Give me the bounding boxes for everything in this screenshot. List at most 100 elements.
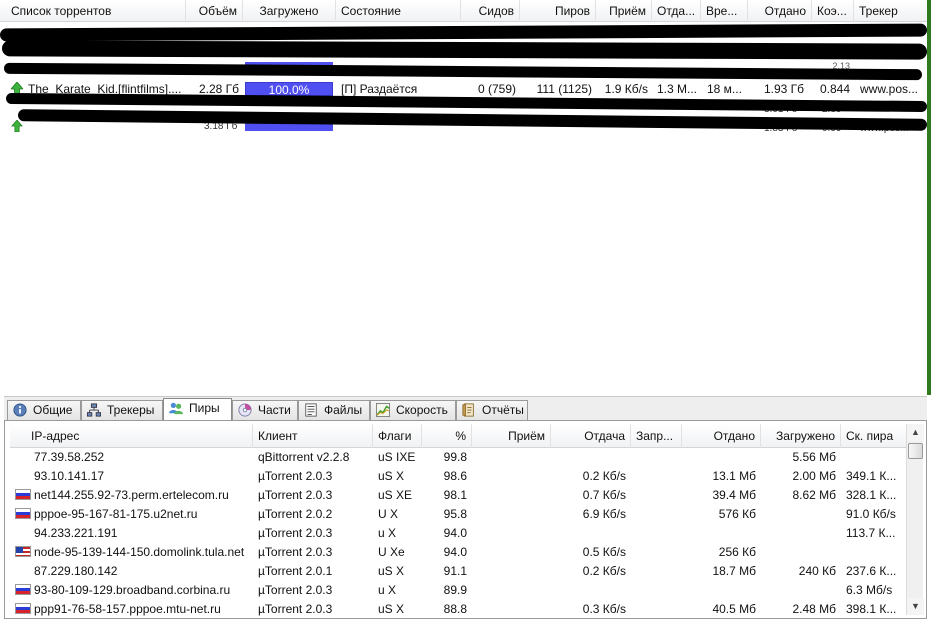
col-done[interactable]: Загружено	[243, 0, 336, 22]
no-flag-icon	[15, 565, 31, 576]
col-flags[interactable]: Флаги	[373, 424, 422, 448]
peer-up: 0.3 Кб/s	[582, 602, 626, 616]
ru-flag-icon	[15, 508, 31, 519]
peer-row[interactable]: pppoe-95-167-81-175.u2net.ru µTorrent 2.0…	[10, 505, 906, 524]
peer-req	[631, 600, 682, 619]
peer-up: 6.9 Кб/s	[582, 507, 626, 521]
peer-ip: 77.39.58.252	[10, 448, 253, 467]
col-client[interactable]: Клиент	[253, 424, 373, 448]
tab-peers[interactable]: Пиры	[163, 398, 232, 422]
torrent-list-header: Список торрентов Объём Загружено Состоян…	[0, 0, 927, 22]
col-peers[interactable]: Пиров	[520, 0, 596, 22]
peer-pct: 98.1	[443, 488, 467, 502]
peer-row[interactable]: 77.39.58.252 qBittorrent v2.2.8 uS IXE 99.8…	[10, 448, 906, 467]
users-icon	[169, 402, 183, 415]
no-flag-icon	[15, 527, 31, 538]
scroll-down-button[interactable]: ▼	[907, 598, 924, 615]
peer-recv: 2.48 Мб	[792, 602, 836, 616]
peer-up: 0.2 Кб/s	[582, 564, 626, 578]
peer-client: µTorrent 2.0.3	[258, 526, 333, 540]
peer-ip-text: pppoe-95-167-81-175.u2net.ru	[34, 507, 198, 521]
peer-down	[472, 505, 551, 524]
peer-down	[472, 524, 551, 543]
col-eta[interactable]: Вре...	[701, 0, 748, 22]
peer-peer-speed: 91.0 Кб/s	[846, 507, 896, 521]
peer-ip: node-95-139-144-150.domolink.tula.net	[10, 543, 253, 562]
scroll-up-button[interactable]: ▲	[907, 424, 924, 441]
col-peer-speed[interactable]: Ск. пира	[841, 424, 906, 448]
peer-peer-speed	[841, 448, 906, 467]
progress-bar: 100.0%	[245, 82, 333, 97]
peer-client: µTorrent 2.0.3	[258, 545, 333, 559]
peer-recv	[761, 543, 841, 562]
col-seeds[interactable]: Сидов	[461, 0, 520, 22]
col-sent[interactable]: Отдано	[682, 424, 761, 448]
torrent-eta: 18 м...	[707, 82, 742, 96]
peer-row[interactable]: 94.233.221.191 µTorrent 2.0.3 u X 94.0 113.7…	[10, 524, 906, 543]
col-download[interactable]: Приём	[472, 424, 551, 448]
peer-row[interactable]: ppp91-76-58-157.pppoe.mtu-net.ru µTorrent…	[10, 600, 906, 619]
peer-sent: 13.1 Мб	[712, 469, 756, 483]
col-tracker[interactable]: Трекер	[854, 0, 927, 22]
peer-row[interactable]: 87.229.180.142 µTorrent 2.0.1 uS X 91.1 0.2 …	[10, 562, 906, 581]
tab-label: Скорость	[396, 403, 448, 417]
peer-ip: 93-80-109-129.broadband.corbina.ru	[10, 581, 253, 600]
ru-flag-icon	[15, 584, 31, 595]
peers-scrollbar[interactable]: ▲ ▼	[906, 424, 924, 615]
tab-speed[interactable]: Скорость	[370, 400, 456, 421]
col-uploaded[interactable]: Отдано	[748, 0, 812, 22]
tab-log[interactable]: Отчёты	[456, 400, 528, 421]
col-status[interactable]: Состояние	[336, 0, 461, 22]
peer-down	[472, 562, 551, 581]
col-ratio[interactable]: Коэ...	[812, 0, 854, 22]
col-ip[interactable]: IP-адрес	[10, 424, 253, 448]
tab-label: Пиры	[189, 401, 220, 415]
peer-up: 0.7 Кб/s	[582, 488, 626, 502]
peers-panel[interactable]: IP-адрес Клиент Флаги % Приём Отдача Зап…	[4, 420, 927, 619]
ru-flag-icon	[15, 603, 31, 614]
col-up-speed[interactable]: Отда...	[652, 0, 701, 22]
col-upload[interactable]: Отдача	[551, 424, 631, 448]
peer-sent	[682, 448, 761, 467]
peer-ip-text: net144.255.92-73.perm.ertelecom.ru	[34, 488, 229, 502]
scroll-thumb[interactable]	[908, 443, 923, 459]
peer-peer-speed: 237.6 К...	[846, 564, 897, 578]
peer-row[interactable]: net144.255.92-73.perm.ertelecom.ru µTorre…	[10, 486, 906, 505]
peer-row[interactable]: 93-80-109-129.broadband.corbina.ru µTorre…	[10, 581, 906, 600]
peer-ip-text: node-95-139-144-150.domolink.tula.net	[34, 545, 245, 559]
col-down-speed[interactable]: Приём	[596, 0, 652, 22]
peer-peer-speed: 398.1 К...	[846, 602, 897, 616]
peer-req	[631, 486, 682, 505]
peer-pct: 88.8	[443, 602, 467, 616]
peer-down	[472, 600, 551, 619]
torrent-list[interactable]: Список торрентов Объём Загружено Состоян…	[0, 0, 931, 395]
col-size[interactable]: Объём	[186, 0, 243, 22]
peer-peer-speed	[841, 543, 906, 562]
log-icon	[462, 403, 474, 417]
tab-trackers[interactable]: Трекеры	[81, 400, 163, 421]
peer-row[interactable]: 93.10.141.17 µTorrent 2.0.3 uS X 98.6 0.2 Кб…	[10, 467, 906, 486]
peer-flags: U Xe	[378, 545, 405, 559]
peer-flags: uS X	[378, 564, 405, 578]
peer-client: µTorrent 2.0.3	[258, 583, 333, 597]
tab-label: Отчёты	[482, 403, 524, 417]
tab-files[interactable]: Файлы	[298, 400, 370, 421]
peer-sent: 39.4 Мб	[712, 488, 756, 502]
col-percent[interactable]: %	[422, 424, 472, 448]
peer-sent: 256 Кб	[718, 545, 756, 559]
peer-down	[472, 486, 551, 505]
peer-ip-text: 93.10.141.17	[34, 469, 105, 483]
peer-flags: U X	[378, 507, 399, 521]
col-name[interactable]: Список торрентов	[6, 0, 186, 22]
tab-pieces[interactable]: Части	[232, 400, 298, 421]
peer-peer-speed: 328.1 К...	[846, 488, 897, 502]
peer-ip-text: 93-80-109-129.broadband.corbina.ru	[34, 583, 231, 597]
col-received[interactable]: Загружено	[761, 424, 841, 448]
col-requests[interactable]: Запр...	[631, 424, 682, 448]
peer-row[interactable]: node-95-139-144-150.domolink.tula.net µTo…	[10, 543, 906, 562]
torrent-uploaded: 1.93 Гб	[763, 82, 804, 96]
no-flag-icon	[15, 470, 31, 481]
peer-req	[631, 467, 682, 486]
tab-general[interactable]: Общие	[7, 400, 81, 421]
peer-ip-text: 77.39.58.252	[34, 450, 105, 464]
